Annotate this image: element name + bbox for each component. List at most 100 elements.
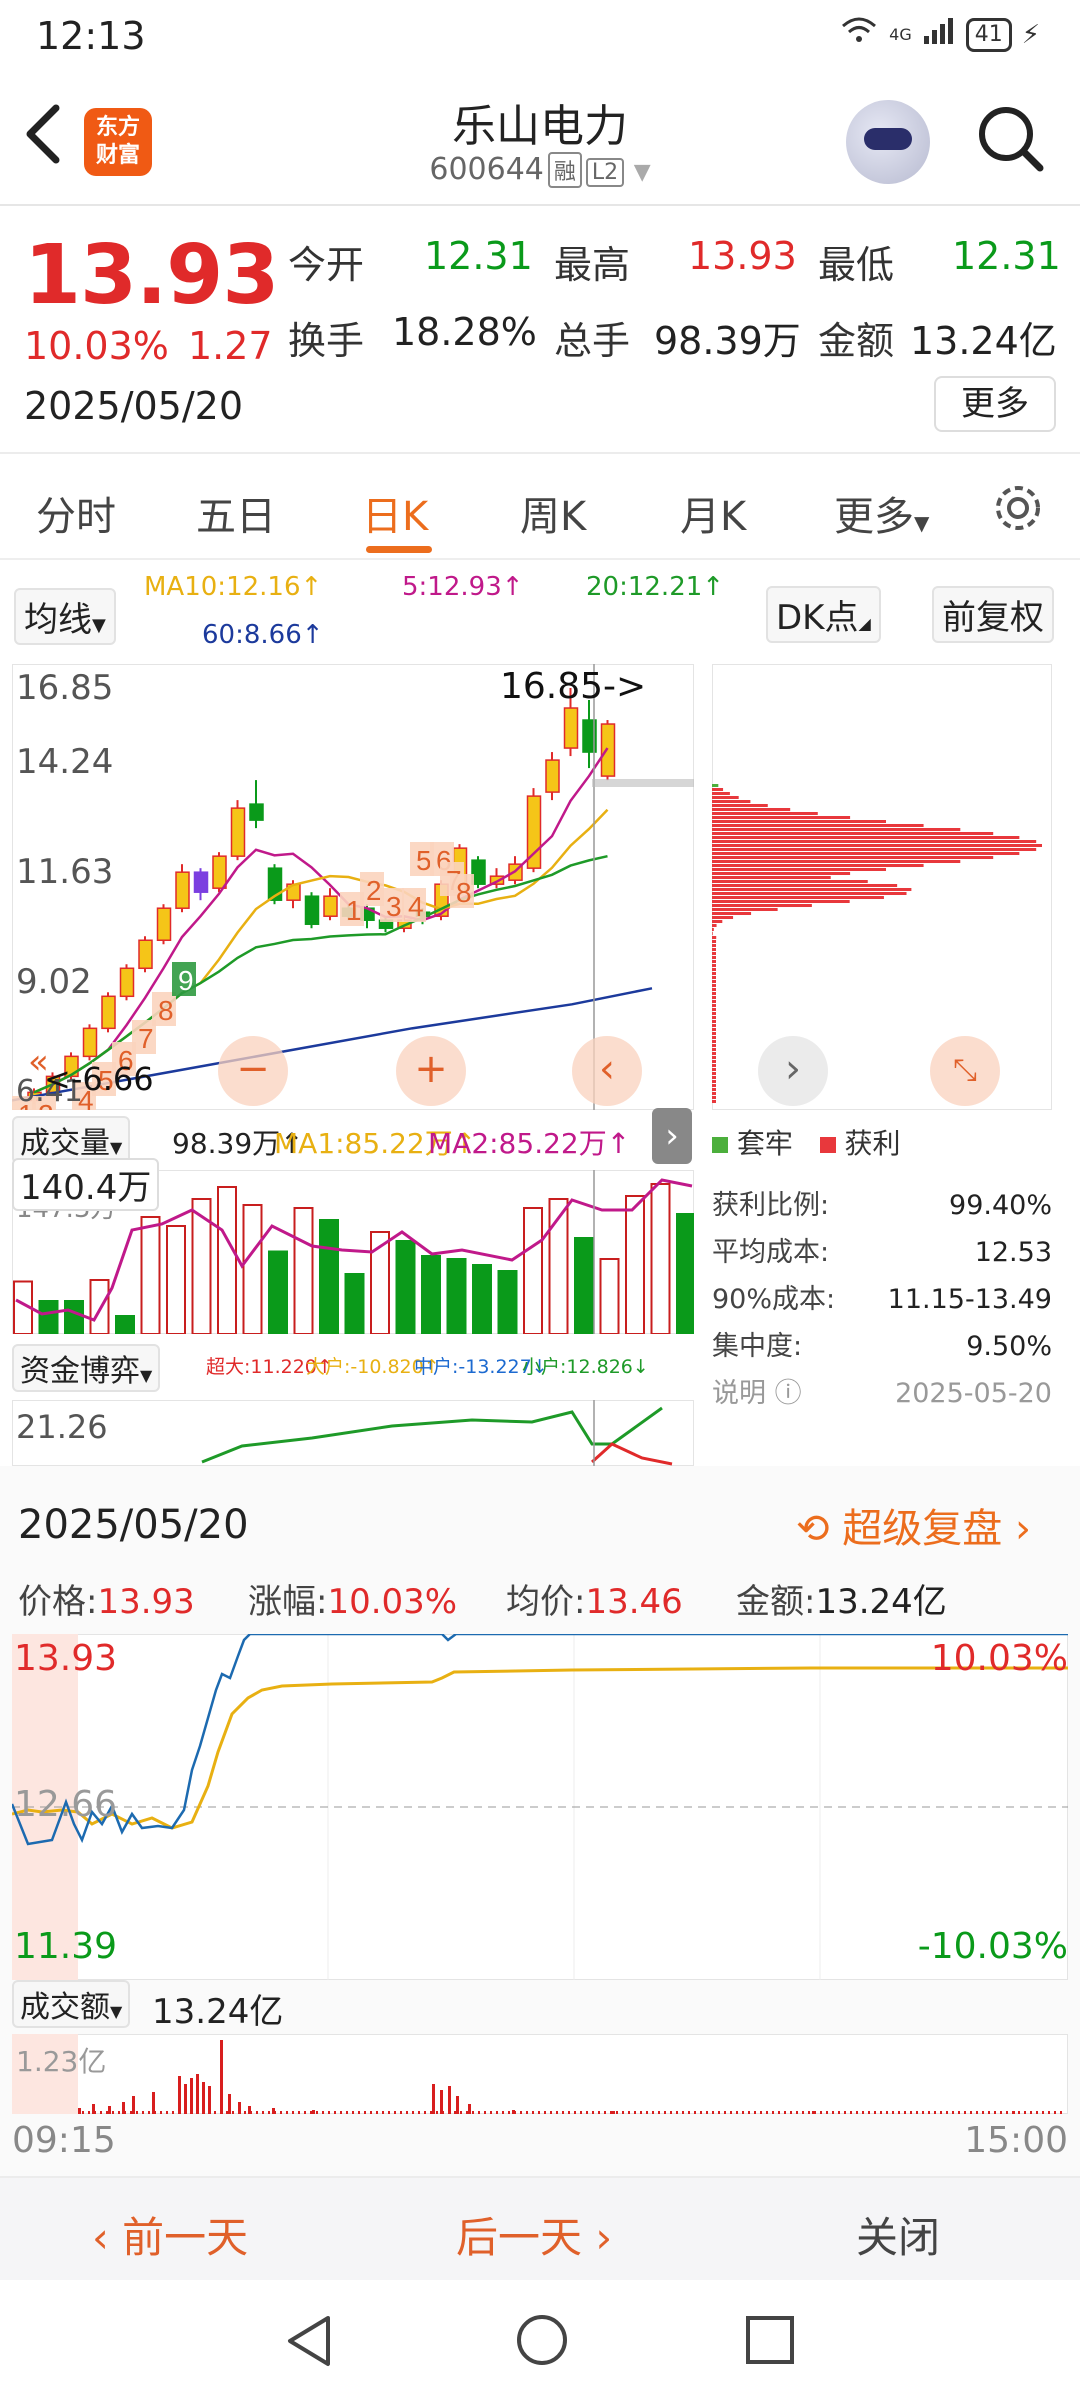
amount-bar: [802, 2111, 804, 2114]
candle-body: [212, 855, 227, 889]
amount-bar: [856, 2111, 858, 2114]
chip-bar: [712, 888, 912, 891]
adjust-select[interactable]: 前复权: [932, 586, 1054, 643]
tab-weekly-k[interactable]: 周K: [520, 484, 586, 542]
amount-bar: [784, 2111, 786, 2114]
td-sequence-label: 8: [450, 874, 474, 908]
super-replay-link[interactable]: ⟲ 超级复盘 ›: [796, 1496, 1031, 1554]
fund-tick: 21.26: [16, 1408, 108, 1446]
volume-bar: [115, 1315, 135, 1334]
dropdown-triangle-icon: ▼: [110, 1138, 123, 1157]
fund-select-label: 资金博弈: [20, 1354, 140, 1389]
amount-bar: [112, 2111, 114, 2114]
settings-gear-icon[interactable]: [990, 480, 1046, 536]
fund-indicator-select[interactable]: 资金博弈▼: [12, 1344, 161, 1392]
amount-bar: [550, 2111, 552, 2114]
margin-tag: 融: [547, 152, 582, 188]
chip-bar: [712, 808, 791, 811]
amount-bar: [640, 2111, 642, 2114]
amount-bar: [880, 2111, 882, 2114]
chevron-right-icon: ›: [1014, 1506, 1031, 1552]
zoom-out-button[interactable]: −: [218, 1036, 288, 1106]
chip-bar: [712, 868, 887, 871]
chip-bar: [712, 992, 716, 995]
search-icon[interactable]: [976, 104, 1046, 174]
chip-bar: [712, 1000, 716, 1003]
amount-bar: [874, 2111, 876, 2114]
chip-bar: [712, 820, 887, 823]
amount-bar: [1036, 2111, 1038, 2114]
candle-body: [175, 871, 190, 909]
intraday-price-chart[interactable]: [12, 1634, 1068, 1980]
expand-panel-arrow-icon[interactable]: ›: [652, 1108, 692, 1164]
scroll-left-button[interactable]: ‹: [572, 1036, 642, 1106]
super-replay-label: 超级复盘: [842, 1506, 1003, 1552]
candle-body: [101, 995, 116, 1030]
chip-bar: [712, 784, 719, 787]
amount-bar: [190, 2078, 193, 2114]
amount-bar: [886, 2111, 888, 2114]
dk-label: DK点: [776, 598, 859, 638]
ma20-legend: 20:12.21↑: [586, 572, 725, 602]
amount-bar: [748, 2111, 750, 2114]
chip-bar: [712, 988, 716, 991]
amount-bar: [256, 2111, 258, 2114]
close-button[interactable]: 关闭: [856, 2204, 940, 2265]
tab-intraday[interactable]: 分时: [36, 484, 116, 542]
amount-bar: [1000, 2111, 1002, 2114]
amount-bar: [916, 2111, 918, 2114]
more-button[interactable]: 更多: [934, 376, 1056, 432]
change-value: 1.27: [188, 324, 273, 368]
dk-select[interactable]: DK点◢: [766, 586, 881, 643]
robot-avatar[interactable]: [846, 100, 930, 184]
chip-next-button[interactable]: ›: [758, 1036, 828, 1106]
amount-bar: [712, 2111, 714, 2114]
chip-bar: [712, 788, 724, 791]
amount-bar: [766, 2111, 768, 2114]
amount-bar: [634, 2111, 636, 2114]
tab-daily-k[interactable]: 日K: [362, 484, 428, 542]
fullscreen-icon[interactable]: ⤡: [930, 1036, 1000, 1106]
amount-bar: [862, 2111, 864, 2114]
stat-value: 9.50%: [966, 1331, 1052, 1362]
battery-level: 41: [965, 17, 1012, 52]
chip-bar: [712, 1032, 716, 1035]
nav-home-icon[interactable]: [514, 2312, 570, 2368]
amount-bar: [440, 2090, 443, 2114]
info-icon: ⓘ: [774, 1378, 802, 1409]
amount-bar: [1012, 2111, 1014, 2114]
explain-link[interactable]: 说明 ⓘ: [712, 1370, 802, 1417]
zoom-in-button[interactable]: +: [396, 1036, 466, 1106]
amount-tick: 1.23亿: [16, 2045, 107, 2078]
amount-bar: [814, 2111, 816, 2114]
next-day-button[interactable]: 后一天 ›: [456, 2204, 612, 2265]
volume-indicator-select[interactable]: 成交量▼: [12, 1116, 131, 1164]
amount-bar: [298, 2111, 300, 2114]
amount-indicator-select[interactable]: 成交额▼: [12, 1980, 131, 2028]
nav-back-icon[interactable]: [282, 2312, 336, 2370]
volume-bar: [446, 1258, 467, 1334]
info-price: 价格:13.93: [18, 1574, 195, 1623]
td-label-text: 4: [408, 891, 424, 922]
tab-five-day[interactable]: 五日: [196, 484, 276, 542]
intraday-y-mid: 12.66: [14, 1784, 118, 1825]
volume-bar: [242, 1204, 263, 1334]
amount-bar: [742, 2111, 744, 2114]
nav-recents-icon[interactable]: [744, 2314, 796, 2366]
double-chevron-left-icon[interactable]: «: [28, 1042, 49, 1082]
ma-select[interactable]: 均线▼: [14, 588, 116, 645]
prev-day-button[interactable]: ‹ 前一天: [92, 2204, 248, 2265]
chip-bar: [712, 996, 716, 999]
amount-bar: [988, 2111, 990, 2114]
tab-more[interactable]: 更多▼: [834, 484, 929, 542]
fund-small: 小户:12.826↓: [522, 1356, 649, 1378]
amount-bar: [472, 2111, 474, 2114]
amount-bar: [280, 2111, 282, 2114]
amount-bar: [592, 2111, 594, 2114]
amount-bar: [1030, 2111, 1032, 2114]
dropdown-triangle-icon: ▼: [914, 511, 930, 535]
open-value: 12.31: [424, 234, 533, 278]
volume-bar: [268, 1250, 288, 1334]
tab-monthly-k[interactable]: 月K: [680, 484, 746, 542]
amount-bar: [904, 2111, 906, 2114]
